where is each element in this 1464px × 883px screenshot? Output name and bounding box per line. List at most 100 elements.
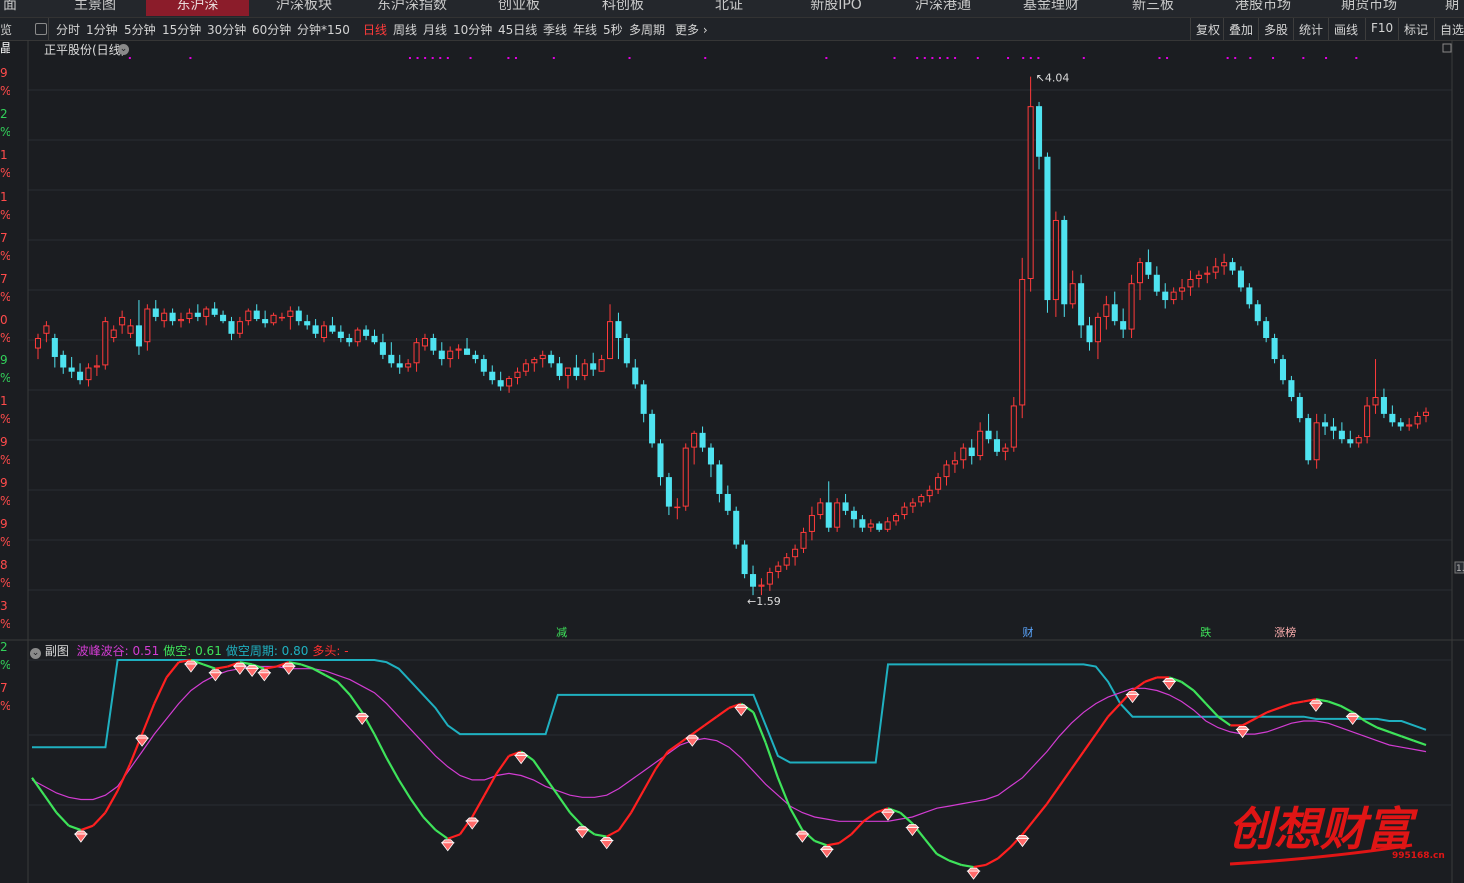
series-zuokong-seg (556, 794, 571, 814)
candle (935, 472, 942, 494)
candle (1372, 359, 1379, 414)
candle (632, 359, 639, 389)
candle (211, 302, 218, 317)
candle (1078, 274, 1085, 338)
candle (354, 327, 361, 347)
candle (1237, 266, 1244, 292)
candle (455, 344, 462, 360)
candle (699, 426, 706, 452)
series-zuokong-seg (92, 811, 107, 827)
series-zuokong-seg (1082, 733, 1097, 753)
candle (220, 310, 227, 324)
series-zuokong-seg (1180, 680, 1195, 692)
gem-icon (1308, 699, 1323, 712)
candle (548, 350, 555, 368)
series-zuokong-seg (764, 742, 779, 779)
series-zuokong-seg (43, 794, 58, 814)
gem-icon (575, 826, 590, 839)
candle (1414, 411, 1421, 429)
series-zuokong-seg (776, 777, 792, 809)
candle (177, 312, 185, 328)
event-marker-2[interactable]: 跌 (1200, 625, 1211, 639)
candle (186, 308, 193, 324)
series-zuokong-seg (349, 694, 364, 713)
candle (1179, 278, 1186, 301)
series-zuokong-seg (594, 833, 607, 838)
gem-icon (685, 734, 700, 747)
candle (413, 338, 420, 372)
candles (34, 76, 1430, 596)
candle (1094, 312, 1101, 360)
series-zuokong-seg (961, 863, 974, 869)
candle (51, 333, 58, 368)
candle (623, 333, 630, 368)
candle (1296, 392, 1303, 423)
candle (741, 540, 748, 579)
legend-0: 波峰波谷: 0.51 (76, 644, 160, 658)
series-zuokong-seg (1217, 715, 1231, 727)
series-zuokong-seg (618, 811, 633, 831)
maximize-icon[interactable] (1442, 43, 1452, 53)
candle (581, 359, 588, 381)
candle (951, 451, 958, 473)
high-price-label: ↖4.04 (1036, 72, 1070, 85)
gem-icon (245, 664, 260, 678)
candle (783, 552, 790, 570)
candle (346, 333, 353, 347)
candle (1221, 253, 1228, 275)
series-zuokong-seg (1021, 818, 1036, 836)
candle (77, 363, 84, 385)
candle (1044, 152, 1051, 313)
candle (1254, 300, 1261, 326)
candle (1052, 211, 1059, 317)
candle (1271, 333, 1278, 364)
event-marker-0[interactable]: 减 (556, 626, 567, 639)
candle (674, 498, 681, 520)
svg-text:995168.cn: 995168.cn (1392, 851, 1445, 861)
candle (421, 333, 428, 351)
gem-icon (355, 712, 370, 725)
series-zuokong-seg (948, 859, 962, 866)
gem-icon (795, 830, 810, 843)
series-zuokong-seg (495, 755, 510, 774)
gem-icon (880, 808, 895, 821)
series-zuokong-seg (936, 853, 950, 862)
candle (775, 561, 782, 579)
candle (834, 498, 841, 532)
series-zuokong-seg (703, 715, 718, 727)
candle (800, 527, 807, 553)
candle (1111, 291, 1118, 326)
gem-icon (1162, 678, 1177, 691)
candle (228, 316, 235, 341)
candle (85, 363, 92, 387)
candle (119, 310, 126, 334)
series-zuokong-seg (1291, 700, 1304, 705)
candle (960, 443, 967, 469)
series-zuokong-seg (1070, 750, 1085, 770)
candle (640, 380, 647, 423)
series-zuokong-seg (324, 674, 339, 683)
series-zuokong-seg (716, 707, 730, 718)
candle (665, 472, 672, 516)
candle (531, 356, 538, 372)
series-zuokong-seg (215, 665, 228, 670)
series-zuokong-seg (153, 676, 168, 705)
candle (152, 300, 159, 322)
event-marker-1[interactable]: 财 (1023, 625, 1034, 639)
candle (127, 319, 134, 338)
candle (876, 521, 883, 532)
candle (1355, 434, 1362, 448)
candle (320, 321, 328, 343)
chevron-down-icon[interactable]: ⌄ (118, 40, 129, 55)
candle (1153, 266, 1160, 296)
candle (1347, 430, 1354, 448)
chevron-down-icon[interactable]: ⌄ (30, 648, 41, 659)
event-marker-3[interactable]: 涨榜 (1274, 625, 1296, 639)
candle (606, 304, 614, 360)
candle (758, 578, 765, 596)
candle (1069, 270, 1076, 309)
candle (34, 333, 42, 360)
candle (388, 342, 395, 368)
series-zuokong-seg (1192, 689, 1207, 705)
candle (590, 352, 597, 376)
